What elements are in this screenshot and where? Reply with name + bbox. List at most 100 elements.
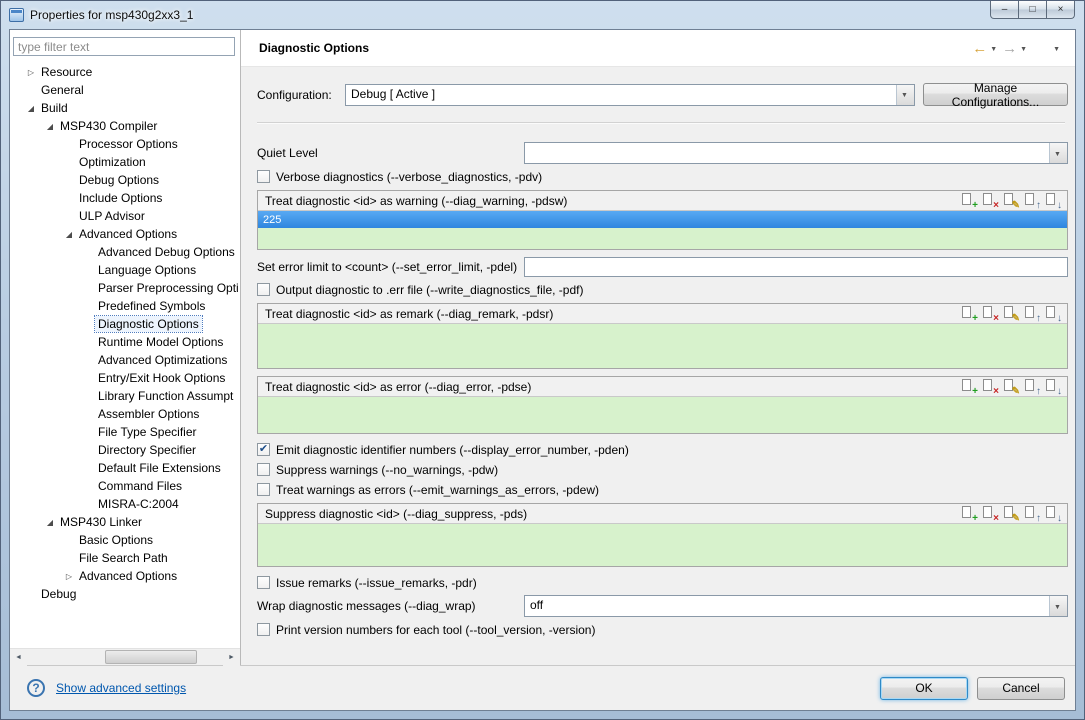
scroll-left-icon[interactable]: ◄ — [10, 649, 27, 666]
add-item-icon[interactable]: + — [960, 193, 978, 211]
configuration-row: Configuration: Debug [ Active ] ▼ Manage… — [257, 81, 1068, 109]
tree-expander-icon[interactable]: ▷ — [62, 572, 76, 581]
forward-icon[interactable]: → — [1000, 39, 1019, 58]
tree-item-general[interactable]: General — [10, 81, 240, 99]
quiet-level-row: Quiet Level ▼ — [257, 142, 1068, 164]
diag-remark-list[interactable] — [258, 324, 1067, 368]
window-title: Properties for msp430g2xx3_1 — [30, 7, 194, 22]
tree-item-ulp-advisor[interactable]: ULP Advisor — [10, 207, 240, 225]
cancel-button[interactable]: Cancel — [977, 676, 1065, 700]
minimize-button[interactable]: – — [990, 1, 1019, 19]
filter-input[interactable] — [13, 37, 235, 56]
tree-item-runtime-model-options[interactable]: Runtime Model Options — [10, 333, 240, 351]
configuration-label: Configuration: — [257, 87, 332, 102]
tree-item-directory-specifier[interactable]: Directory Specifier — [10, 441, 240, 459]
close-button[interactable]: × — [1046, 1, 1075, 19]
issue-remarks-checkbox[interactable] — [257, 576, 270, 589]
tree-item-processor-options[interactable]: Processor Options — [10, 135, 240, 153]
tree-expander-icon[interactable]: ◢ — [62, 230, 76, 239]
output-err-checkbox[interactable] — [257, 283, 270, 296]
configuration-dropdown[interactable]: Debug [ Active ] ▼ — [345, 83, 915, 106]
view-menu-caret-icon[interactable]: ▼ — [1053, 46, 1060, 53]
wrap-messages-dropdown[interactable]: off ▼ — [524, 595, 1068, 617]
add-item-icon[interactable]: + — [960, 379, 978, 397]
main-panel: Diagnostic Options ← ▼ → ▼ ▼ Configurati… — [241, 30, 1075, 665]
back-icon[interactable]: ← — [970, 39, 989, 58]
show-advanced-settings-link[interactable]: Show advanced settings — [56, 681, 186, 695]
tree-item-file-search-path[interactable]: File Search Path — [10, 549, 240, 567]
tree-item-misra-c-2004[interactable]: MISRA-C:2004 — [10, 495, 240, 513]
forward-history-caret-icon[interactable]: ▼ — [1020, 46, 1027, 53]
tree-item-optimization[interactable]: Optimization — [10, 153, 240, 171]
tree-horizontal-scrollbar[interactable]: ◄ ► — [10, 648, 240, 666]
list-item[interactable]: 225 — [258, 211, 1067, 228]
tree-item-predefined-symbols[interactable]: Predefined Symbols — [10, 297, 240, 315]
tree-item-file-type-specifier[interactable]: File Type Specifier — [10, 423, 240, 441]
move-up-icon[interactable]: ↑ — [1023, 306, 1041, 324]
tree-item-advanced-debug-options[interactable]: Advanced Debug Options — [10, 243, 240, 261]
maximize-button[interactable]: □ — [1018, 1, 1047, 19]
emit-ids-checkbox[interactable]: ✔ — [257, 443, 270, 456]
move-up-icon[interactable]: ↑ — [1023, 506, 1041, 524]
move-down-icon[interactable]: ↓ — [1044, 379, 1062, 397]
tree-item-assembler-options[interactable]: Assembler Options — [10, 405, 240, 423]
issue-remarks-label: Issue remarks (--issue_remarks, -pdr) — [276, 575, 477, 590]
tree-expander-icon[interactable]: ▷ — [24, 68, 38, 77]
remove-item-icon[interactable]: × — [981, 306, 999, 324]
move-down-icon[interactable]: ↓ — [1044, 506, 1062, 524]
edit-item-icon[interactable]: ✎ — [1002, 193, 1020, 211]
tree-item-msp430-linker[interactable]: ◢ MSP430 Linker — [10, 513, 240, 531]
suppress-warnings-checkbox[interactable] — [257, 463, 270, 476]
manage-configurations-button[interactable]: Manage Configurations... — [923, 81, 1068, 109]
warnings-as-errors-label: Treat warnings as errors (--emit_warning… — [276, 482, 599, 497]
tree-item-default-file-extensions[interactable]: Default File Extensions — [10, 459, 240, 477]
error-limit-input[interactable] — [524, 257, 1068, 277]
back-history-caret-icon[interactable]: ▼ — [990, 46, 997, 53]
add-item-icon[interactable]: + — [960, 306, 978, 324]
tree-item-advanced-optimizations[interactable]: Advanced Optimizations — [10, 351, 240, 369]
add-item-icon[interactable]: + — [960, 506, 978, 524]
tree-expander-icon[interactable]: ◢ — [43, 518, 57, 527]
dialog-footer: ? Show advanced settings OK Cancel — [10, 665, 1075, 710]
tree-item-advanced-options[interactable]: ◢ Advanced Options — [10, 225, 240, 243]
verbose-diagnostics-checkbox[interactable] — [257, 170, 270, 183]
move-down-icon[interactable]: ↓ — [1044, 306, 1062, 324]
remove-item-icon[interactable]: × — [981, 193, 999, 211]
tree-expander-icon[interactable]: ◢ — [24, 104, 38, 113]
tree-item-command-files[interactable]: Command Files — [10, 477, 240, 495]
edit-item-icon[interactable]: ✎ — [1002, 506, 1020, 524]
move-down-icon[interactable]: ↓ — [1044, 193, 1062, 211]
quiet-level-dropdown[interactable]: ▼ — [524, 142, 1068, 164]
diag-error-list[interactable] — [258, 397, 1067, 433]
help-icon[interactable]: ? — [27, 679, 45, 697]
tree-item-library-function-assumptions[interactable]: Library Function Assumpt — [10, 387, 240, 405]
tree-item-resource[interactable]: ▷ Resource — [10, 63, 240, 81]
remove-item-icon[interactable]: × — [981, 506, 999, 524]
warnings-as-errors-checkbox[interactable] — [257, 483, 270, 496]
tree-item-parser-preprocessing-options[interactable]: Parser Preprocessing Opti — [10, 279, 240, 297]
move-up-icon[interactable]: ↑ — [1023, 379, 1041, 397]
diag-warning-list[interactable]: 225 — [258, 211, 1067, 249]
scrollbar-thumb[interactable] — [105, 650, 197, 664]
remove-item-icon[interactable]: × — [981, 379, 999, 397]
page-title: Diagnostic Options — [259, 41, 370, 55]
diag-suppress-list[interactable] — [258, 524, 1067, 566]
tree-item-basic-options[interactable]: Basic Options — [10, 531, 240, 549]
tree-item-language-options[interactable]: Language Options — [10, 261, 240, 279]
tree-item-diagnostic-options[interactable]: Diagnostic Options — [10, 315, 240, 333]
tree-item-debug[interactable]: Debug — [10, 585, 240, 603]
tree-item-debug-options[interactable]: Debug Options — [10, 171, 240, 189]
wrap-messages-label: Wrap diagnostic messages (--diag_wrap) — [257, 599, 476, 613]
tree-expander-icon[interactable]: ◢ — [43, 122, 57, 131]
edit-item-icon[interactable]: ✎ — [1002, 379, 1020, 397]
tree-item-advanced-options-linker[interactable]: ▷ Advanced Options — [10, 567, 240, 585]
tree-item-include-options[interactable]: Include Options — [10, 189, 240, 207]
edit-item-icon[interactable]: ✎ — [1002, 306, 1020, 324]
scroll-right-icon[interactable]: ► — [223, 649, 240, 666]
ok-button[interactable]: OK — [880, 676, 968, 700]
move-up-icon[interactable]: ↑ — [1023, 193, 1041, 211]
print-version-checkbox[interactable] — [257, 623, 270, 636]
tree-item-entry-exit-hook-options[interactable]: Entry/Exit Hook Options — [10, 369, 240, 387]
tree-item-build[interactable]: ◢ Build — [10, 99, 240, 117]
tree-item-msp430-compiler[interactable]: ◢ MSP430 Compiler — [10, 117, 240, 135]
